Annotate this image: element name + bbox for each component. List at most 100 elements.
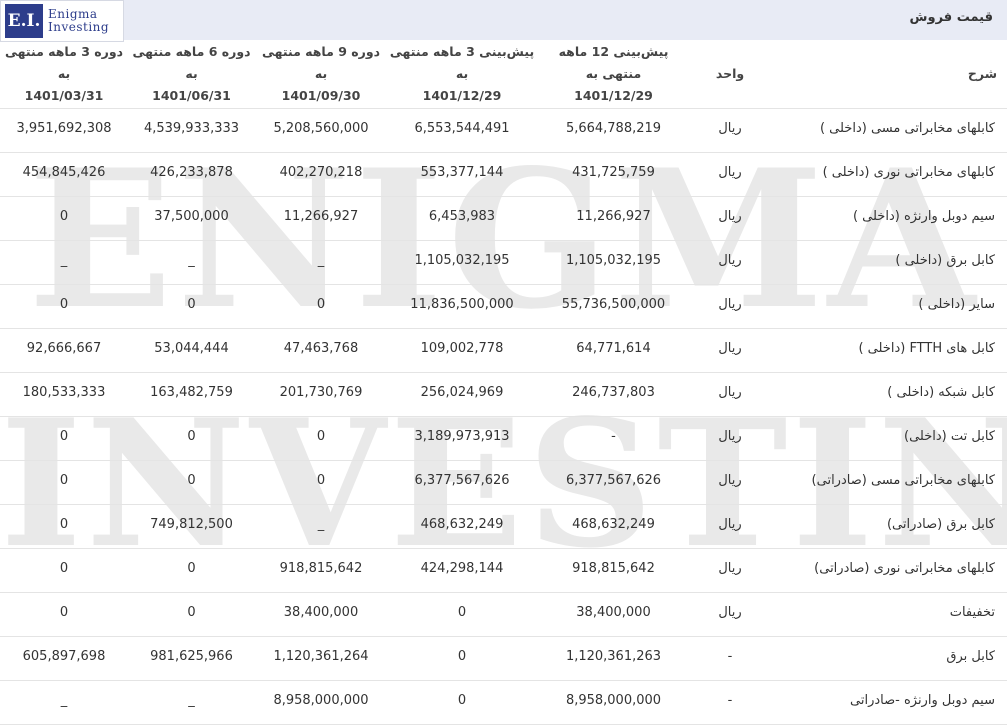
cell-description: کابل برق (داخلی )	[770, 240, 1007, 285]
cell-unit: ریال	[690, 240, 770, 285]
cell-forecast-12m: 918,815,642	[537, 548, 690, 593]
cell-description: سیم دوبل وارنژه -صادراتی	[770, 680, 1007, 725]
cell-forecast-12m: 431,725,759	[537, 152, 690, 197]
cell-forecast-12m: 11,266,927	[537, 196, 690, 241]
cell-forecast-12m-value: 5,664,788,219	[565, 121, 662, 136]
table-header-row: دوره 3 ماهه منتهی به 1401/03/31 دوره 6 ما…	[0, 40, 1007, 109]
cell-unit: ریال	[690, 108, 770, 153]
cell-forecast-12m: 246,737,803	[537, 372, 690, 417]
header-period-3m: دوره 3 ماهه منتهی به 1401/03/31	[0, 40, 128, 109]
cell-period-3m-value: _	[60, 693, 68, 708]
cell-forecast-3m-value: 109,002,778	[420, 341, 504, 356]
cell-description: سایر (داخلی )	[770, 284, 1007, 329]
cell-period-3m-value: 0	[59, 605, 69, 620]
cell-description: کابل برق (صادراتی)	[770, 504, 1007, 549]
cell-forecast-3m: 0	[387, 680, 537, 725]
cell-forecast-3m: 3,189,973,913	[387, 416, 537, 461]
cell-unit: ریال	[690, 548, 770, 593]
cell-forecast-12m-value: 8,958,000,000	[565, 693, 662, 708]
cell-description: کابل برق	[770, 636, 1007, 681]
cell-period-6m: 37,500,000	[128, 196, 255, 241]
cell-forecast-12m: 55,736,500,000	[537, 284, 690, 329]
cell-period-3m: 3,951,692,308	[0, 108, 128, 153]
cell-forecast-3m: 11,836,500,000	[387, 284, 537, 329]
cell-period-9m: 1,120,361,264	[255, 636, 387, 681]
cell-period-9m: _	[255, 240, 387, 285]
cell-period-3m: _	[0, 240, 128, 285]
cell-period-9m-value: _	[317, 517, 325, 532]
header-period-6m: دوره 6 ماهه منتهی به 1401/06/31	[128, 40, 255, 109]
cell-unit-value: ریال	[718, 429, 742, 444]
enigma-investing-logo: E.I. Enigma Investing	[0, 0, 124, 42]
section-title-bar: قیمت فروش	[0, 0, 1007, 40]
cell-period-6m: 426,233,878	[128, 152, 255, 197]
cell-period-9m: 0	[255, 284, 387, 329]
cell-period-9m-value: 201,730,769	[279, 385, 363, 400]
cell-period-6m: 0	[128, 548, 255, 593]
cell-forecast-3m: 256,024,969	[387, 372, 537, 417]
cell-description: کابل شبکه (داخلی )	[770, 372, 1007, 417]
cell-forecast-12m-value: 1,120,361,263	[565, 649, 662, 664]
cell-period-6m: 0	[128, 592, 255, 637]
cell-forecast-12m-value: 246,737,803	[572, 385, 655, 400]
cell-period-6m-value: _	[188, 693, 195, 708]
table-row: 0 0 0 3,189,973,913 - ریال کابل تت (داخلی)	[0, 416, 1007, 461]
cell-forecast-12m: 1,105,032,195	[537, 240, 690, 285]
cell-period-3m: 605,897,698	[0, 636, 128, 681]
cell-period-9m: 0	[255, 416, 387, 461]
logo-mark: E.I.	[5, 4, 43, 38]
cell-period-9m: 38,400,000	[255, 592, 387, 637]
cell-unit-value: ریال	[718, 517, 742, 532]
cell-forecast-12m-value: 11,266,927	[576, 209, 651, 224]
cell-unit: ریال	[690, 592, 770, 637]
cell-period-9m: 918,815,642	[255, 548, 387, 593]
cell-period-6m-value: 426,233,878	[150, 165, 233, 180]
header-unit: واحد	[690, 40, 770, 109]
cell-description-value: کابل برق	[946, 649, 995, 664]
table-row: 3,951,692,308 4,539,933,333 5,208,560,000 6…	[0, 108, 1007, 153]
cell-unit-value: ریال	[718, 605, 742, 620]
cell-period-6m: 0	[128, 284, 255, 329]
cell-description-value: کابلهای مخابراتی نوری (داخلی )	[822, 165, 995, 180]
table-row: _ _ 8,958,000,000 0 8,958,000,000 - سیم دوبل و…	[0, 680, 1007, 725]
cell-period-3m-value: 0	[59, 473, 69, 488]
cell-period-9m: 5,208,560,000	[255, 108, 387, 153]
cell-unit: ریال	[690, 152, 770, 197]
cell-period-9m-value: 918,815,642	[279, 561, 363, 576]
cell-description: کابلهای مخابراتی مسی (داخلی )	[770, 108, 1007, 153]
cell-period-9m-value: 5,208,560,000	[273, 121, 369, 136]
cell-unit: ریال	[690, 372, 770, 417]
cell-description: کابلهای مخابراتی نوری (داخلی )	[770, 152, 1007, 197]
cell-period-3m: 454,845,426	[0, 152, 128, 197]
cell-forecast-12m: 468,632,249	[537, 504, 690, 549]
cell-period-6m-value: 37,500,000	[154, 209, 229, 224]
cell-unit-value: ریال	[718, 473, 742, 488]
table-row: 0 0 38,400,000 0 38,400,000 ریال تخفیفات	[0, 592, 1007, 637]
cell-period-9m-value: 0	[316, 297, 326, 312]
cell-forecast-3m-value: 0	[457, 693, 467, 708]
cell-description-value: کابلهای مخابراتی مسی (داخلی )	[819, 121, 995, 136]
cell-period-3m-value: 0	[59, 429, 69, 444]
cell-period-9m: 11,266,927	[255, 196, 387, 241]
cell-period-6m-value: 981,625,966	[150, 649, 233, 664]
cell-period-6m: 4,539,933,333	[128, 108, 255, 153]
cell-period-3m: 0	[0, 460, 128, 505]
table-row: 605,897,698 981,625,966 1,120,361,264 0 1,12…	[0, 636, 1007, 681]
cell-description-value: سایر (داخلی )	[918, 297, 995, 312]
table-row: 0 749,812,500 _ 468,632,249 468,632,249 ریال ک…	[0, 504, 1007, 549]
cell-forecast-3m: 424,298,144	[387, 548, 537, 593]
cell-unit-value: ریال	[718, 253, 742, 268]
cell-period-9m: 47,463,768	[255, 328, 387, 373]
cell-period-3m: 0	[0, 284, 128, 329]
cell-description-value: کابل های FTTH (داخلی )	[858, 341, 995, 356]
cell-period-9m-value: 47,463,768	[283, 341, 359, 356]
cell-forecast-3m-value: 553,377,144	[420, 165, 504, 180]
cell-forecast-12m-value: 468,632,249	[572, 517, 655, 532]
cell-forecast-12m: 64,771,614	[537, 328, 690, 373]
cell-forecast-3m-value: 468,632,249	[420, 517, 504, 532]
cell-description-value: کابلهای مخابراتی نوری (صادراتی)	[814, 561, 995, 576]
cell-period-9m-value: 1,120,361,264	[273, 649, 369, 664]
cell-forecast-12m-value: 1,105,032,195	[565, 253, 662, 268]
logo-wordmark: Enigma Investing	[48, 8, 109, 34]
cell-period-3m-value: 454,845,426	[22, 165, 106, 180]
